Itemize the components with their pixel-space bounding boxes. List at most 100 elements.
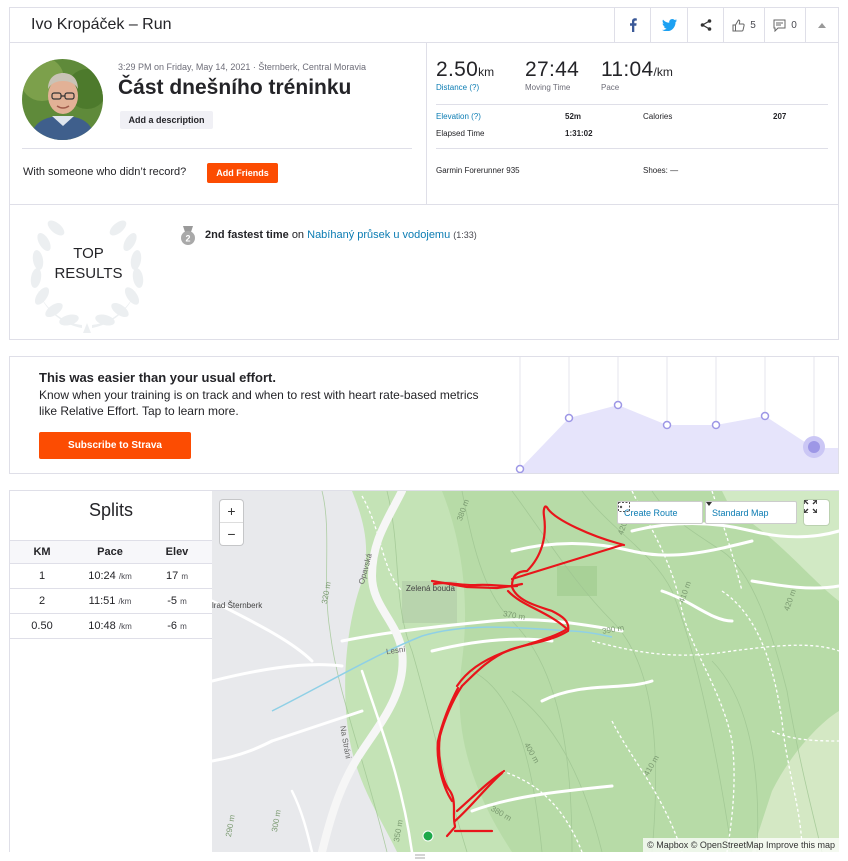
split-elev-unit: m [180, 597, 187, 606]
start-marker [422, 830, 434, 842]
kudos-count: 5 [750, 19, 756, 31]
subscribe-button[interactable]: Subscribe to Strava [39, 432, 191, 459]
split-elev-value: -5 [167, 595, 178, 607]
effort-point [711, 420, 721, 430]
split-elev-value: 17 [166, 570, 179, 582]
effort-point [613, 400, 623, 410]
stat-pace: 11:04/km Pace [601, 58, 673, 92]
segment-link[interactable]: Nabíhaný průsek u vodojemu [307, 229, 450, 241]
top-results-badge: TOP RESULTS [22, 244, 155, 284]
zoom-out-button[interactable]: − [220, 522, 243, 544]
activity-title[interactable]: Část dnešního tréninku [118, 76, 351, 100]
athlete-avatar[interactable] [22, 59, 103, 140]
share-button[interactable] [687, 8, 723, 42]
calories-value: 207 [773, 112, 787, 121]
effort-point [564, 413, 574, 423]
pace-value: 11:04 [601, 58, 654, 81]
header-km: KM [33, 546, 51, 558]
create-route-label: Create Route [624, 507, 678, 518]
splits-title: Splits [88, 500, 133, 520]
header-actions: 5 0 [614, 8, 838, 42]
pace-label: Pace [601, 83, 620, 92]
split-km: 1 [38, 570, 46, 582]
effort-point [760, 411, 770, 421]
twitter-icon [661, 19, 677, 31]
add-description-button[interactable]: Add a description [120, 111, 213, 129]
stat-moving-time: 27:44 Moving Time [525, 58, 579, 92]
splits-map-card: Splits KM Pace Elev 1 10:24 /km 17 m 2 1… [9, 490, 839, 852]
caret-up-icon [818, 22, 826, 28]
split-elev: -6 m [148, 620, 206, 632]
header-elev: Elev [165, 546, 189, 558]
create-route-button[interactable]: Create Route [617, 501, 703, 524]
split-pace-value: 11:51 [88, 595, 116, 607]
medal-rank: 2 [185, 234, 190, 244]
zoom-control: + − [220, 500, 243, 545]
map-style-label: Standard Map [712, 507, 769, 518]
thumbs-up-icon [732, 18, 745, 31]
activity-card: Ivo Kropáček – Run 5 0 3:29 PM on Friday… [9, 7, 839, 340]
kudos-button[interactable]: 5 [723, 8, 764, 42]
split-elev: -5 m [148, 595, 206, 607]
elapsed-label: Elapsed Time [436, 129, 485, 138]
stat-distance: 2.50km Distance (?) [436, 58, 494, 92]
split-km: 0.50 [31, 620, 53, 632]
segment-time: (1:33) [453, 230, 477, 240]
split-elev: 17 m [148, 570, 206, 582]
split-elev-unit: m [181, 572, 188, 581]
device-name: Garmin Forerunner 935 [436, 166, 520, 175]
resize-handle-icon[interactable] [410, 852, 430, 861]
effort-title: This was easier than your usual effort. [39, 370, 276, 385]
divider [436, 148, 828, 149]
comment-icon [773, 19, 786, 32]
add-friends-button[interactable]: Add Friends [207, 163, 278, 183]
map-label-zelena: Zelená bouda [406, 584, 455, 593]
split-pace-unit: /km [118, 597, 132, 606]
share-icon [700, 19, 711, 31]
zoom-in-button[interactable]: + [220, 500, 243, 522]
activity-meta: 3:29 PM on Friday, May 14, 2021 · Šternb… [118, 62, 366, 72]
relative-effort-card[interactable]: This was easier than your usual effort. … [9, 356, 839, 474]
top-result-item: 2nd fastest time on Nabíhaný průsek u vo… [205, 229, 477, 241]
route-select-icon [618, 502, 630, 512]
split-pace-unit: /km [118, 572, 132, 581]
distance-label[interactable]: Distance (?) [436, 83, 494, 92]
split-pace-value: 10:48 [88, 620, 116, 632]
effort-body: Know when your training is on track and … [39, 388, 479, 418]
route-map[interactable]: Zelená bouda lrad Šternberk Opavská Lesn… [212, 491, 839, 852]
achievement-text: 2nd fastest time [205, 229, 289, 241]
moving-time-label: Moving Time [525, 83, 571, 92]
top-results-line2: RESULTS [54, 265, 123, 282]
map-canvas [212, 491, 839, 852]
with-someone-text: With someone who didn’t record? [23, 166, 187, 178]
table-row: 2 11:51 /km -5 m [10, 589, 212, 614]
calories-label: Calories [643, 112, 673, 121]
fullscreen-button[interactable] [804, 500, 829, 525]
split-pace: 11:51 /km [72, 595, 148, 607]
twitter-share-button[interactable] [650, 8, 687, 42]
map-label-sternberk: lrad Šternberk [212, 601, 263, 610]
activity-header: Ivo Kropáček – Run 5 0 [10, 8, 838, 43]
table-row: 0.50 10:48 /km -6 m [10, 614, 212, 639]
map-style-select[interactable]: Standard Map [705, 501, 797, 524]
split-pace: 10:24 /km [72, 570, 148, 582]
table-row: 1 10:24 /km 17 m [10, 564, 212, 589]
split-km: 2 [38, 595, 46, 607]
elevation-label[interactable]: Elevation (?) [436, 112, 481, 121]
facebook-share-button[interactable] [614, 8, 650, 42]
map-attribution[interactable]: © Mapbox © OpenStreetMap Improve this ma… [643, 838, 839, 852]
effort-point [515, 464, 525, 473]
comments-button[interactable]: 0 [764, 8, 805, 42]
fullscreen-icon [804, 500, 817, 513]
splits-panel: Splits KM Pace Elev 1 10:24 /km 17 m 2 1… [10, 491, 212, 852]
divider [22, 148, 412, 149]
split-pace: 10:48 /km [72, 620, 148, 632]
facebook-icon [629, 18, 637, 32]
elevation-value: 52m [565, 112, 582, 121]
collapse-button[interactable] [805, 8, 838, 42]
distance-value: 2.50 [436, 58, 479, 81]
split-pace-value: 10:24 [88, 570, 116, 582]
elapsed-value: 1:31:02 [565, 129, 593, 138]
top-results-line1: TOP [73, 245, 104, 262]
distance-unit: km [478, 65, 495, 79]
